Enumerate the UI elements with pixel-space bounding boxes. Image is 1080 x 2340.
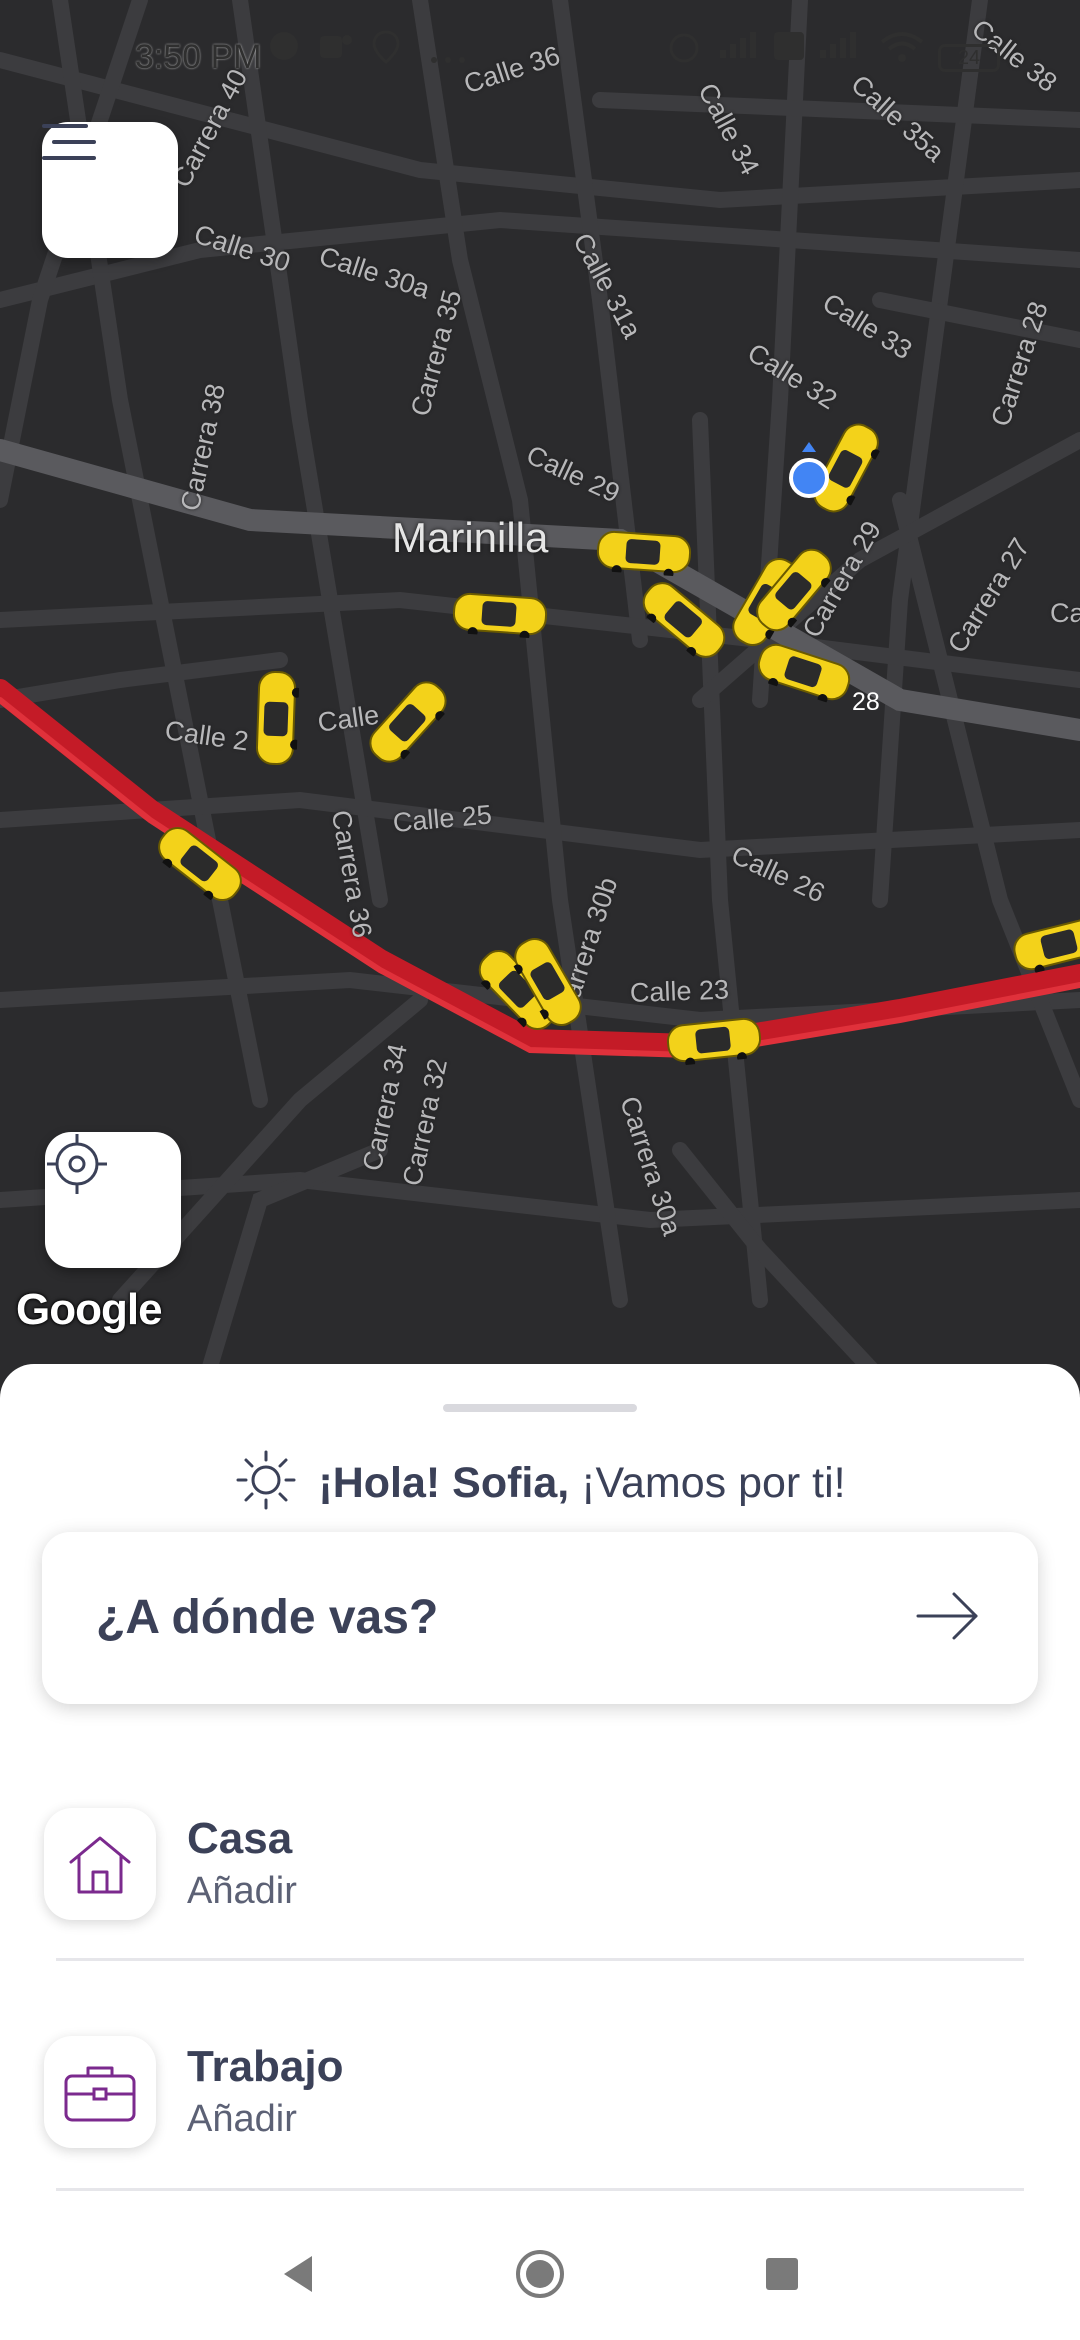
road-number: 28	[852, 688, 880, 716]
home-icon-box	[44, 1808, 156, 1920]
street-label: Ca	[1050, 598, 1080, 628]
arrow-right-icon	[916, 1592, 978, 1640]
place-item-work[interactable]: Trabajo Añadir	[0, 2012, 1080, 2212]
drag-handle[interactable]	[443, 1404, 637, 1412]
my-location-button[interactable]	[45, 1132, 181, 1268]
more-dots-icon	[431, 57, 465, 63]
system-nav-bar	[0, 2210, 1080, 2340]
signal-icon	[720, 32, 756, 58]
destination-search-button[interactable]: ¿A dónde vas?	[42, 1532, 1038, 1704]
volte-icon	[774, 32, 804, 60]
google-logo: Google	[16, 1285, 163, 1334]
divider	[56, 1958, 1024, 1961]
place-subtitle: Añadir	[187, 2098, 297, 2140]
briefcase-icon	[64, 2066, 136, 2122]
recents-icon[interactable]	[762, 2252, 802, 2296]
location-pin-icon	[372, 30, 400, 64]
sun-icon	[236, 1450, 296, 1510]
greeting-message: ¡Vamos por ti!	[569, 1458, 846, 1507]
greeting-name: ¡Hola! Sofia,	[318, 1458, 570, 1507]
status-bar: 3:50 PM 24	[0, 30, 1080, 90]
menu-icon	[42, 124, 96, 160]
alarm-icon	[669, 33, 699, 63]
divider	[56, 2188, 1024, 2191]
place-item-home[interactable]: Casa Añadir	[0, 1784, 1080, 1984]
status-time: 3:50 PM	[135, 38, 262, 76]
signal-icon	[820, 32, 856, 58]
back-icon[interactable]	[278, 2252, 318, 2296]
map-view[interactable]: Calle 36 Carrera 40 Calle 30 Calle 30a C…	[0, 0, 1080, 1400]
menu-button[interactable]	[42, 122, 178, 258]
destination-label: ¿A dónde vas?	[96, 1591, 439, 1644]
messenger-icon	[270, 32, 298, 60]
greeting: ¡Hola! Sofia, ¡Vamos por ti!	[0, 1448, 1080, 1523]
user-location-icon	[789, 442, 829, 498]
home-nav-icon[interactable]	[514, 2248, 566, 2300]
bottom-sheet[interactable]: ¡Hola! Sofia, ¡Vamos por ti! ¿A dónde va…	[0, 1364, 1080, 2340]
place-title: Trabajo	[187, 2042, 344, 2091]
taxi-marker	[595, 527, 694, 578]
wifi-icon	[880, 32, 924, 62]
place-title: Casa	[187, 1814, 293, 1863]
teams-icon	[320, 35, 352, 58]
street-label: Calle 23	[629, 974, 730, 1008]
crosshair-icon	[47, 1134, 107, 1194]
taxi-marker	[451, 589, 550, 640]
home-icon	[69, 1836, 131, 1894]
battery-icon: 24	[938, 44, 1000, 72]
city-label: Marinilla	[392, 514, 549, 561]
briefcase-icon-box	[44, 2036, 156, 2148]
taxi-marker	[252, 669, 300, 766]
place-subtitle: Añadir	[187, 1870, 297, 1912]
